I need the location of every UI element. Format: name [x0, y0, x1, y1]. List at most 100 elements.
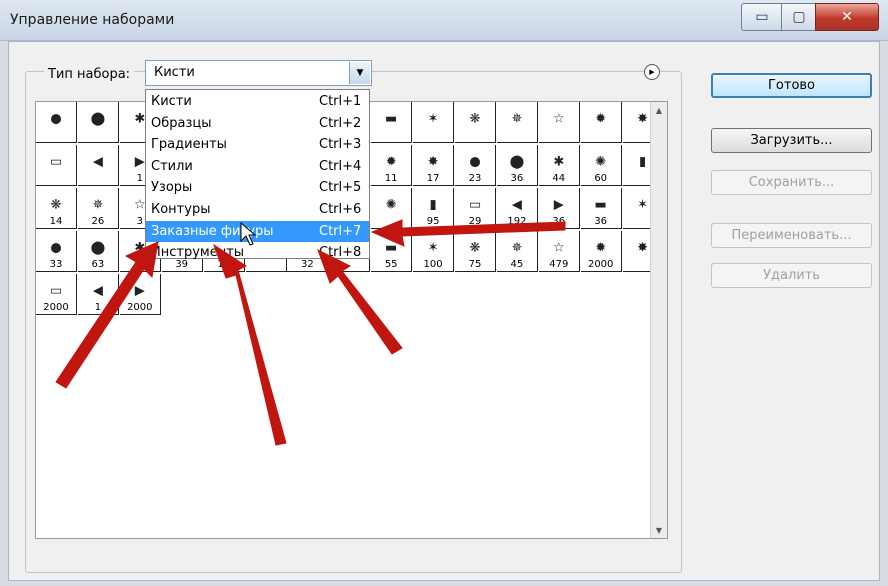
- brush-preset-cell[interactable]: ▭ 2000: [36, 274, 77, 315]
- done-button[interactable]: Готово: [711, 73, 872, 98]
- brush-tip-icon: ✺: [385, 197, 397, 213]
- brush-preset-cell[interactable]: ✶: [413, 102, 455, 143]
- brush-preset-cell[interactable]: ✹ 11: [371, 145, 413, 186]
- dropdown-item-label: Узоры: [151, 180, 193, 196]
- brush-size-label: 23: [468, 173, 482, 184]
- brush-preset-cell[interactable]: ✵: [496, 102, 538, 143]
- brush-preset-cell[interactable]: ▬: [371, 102, 413, 143]
- dropdown-arrow-icon[interactable]: ▼: [349, 62, 370, 84]
- brush-tip-icon: ⬤: [90, 240, 106, 256]
- preset-type-label: Тип набора:: [44, 67, 135, 82]
- brush-size-label: 36: [552, 216, 566, 227]
- brush-tip-icon: ✵: [511, 111, 523, 127]
- brush-tip-icon: ●: [469, 154, 481, 170]
- brush-preset-cell[interactable]: ◀: [77, 145, 119, 186]
- brush-preset-cell[interactable]: ● 23: [455, 145, 496, 186]
- brush-size-label: 63: [91, 259, 105, 270]
- brush-preset-cell[interactable]: ● 33: [36, 231, 77, 272]
- save-button[interactable]: Сохранить...: [711, 170, 872, 195]
- minimize-button[interactable]: ▭: [741, 3, 783, 31]
- brush-size-label: 44: [552, 173, 566, 184]
- brush-size-label: 2000: [587, 259, 614, 270]
- dropdown-item[interactable]: Образцы Ctrl+2: [146, 113, 369, 135]
- brush-preset-cell[interactable]: ◀ 1: [77, 274, 119, 315]
- brush-preset-cell[interactable]: ❋ 75: [455, 231, 496, 272]
- dropdown-item[interactable]: Кисти Ctrl+1: [146, 91, 369, 113]
- brush-preset-cell[interactable]: ▭ 29: [455, 188, 496, 229]
- preset-type-select[interactable]: Кисти ▼: [145, 60, 372, 86]
- brush-size-label: 2000: [43, 302, 69, 313]
- brush-tip-icon: ✶: [427, 240, 439, 256]
- dropdown-item-shortcut: Ctrl+1: [319, 94, 362, 109]
- scroll-down-icon[interactable]: ▼: [651, 522, 667, 538]
- brush-preset-cell[interactable]: ⬤ 36: [496, 145, 538, 186]
- brush-preset-cell[interactable]: ❋ 14: [36, 188, 77, 229]
- brush-preset-cell[interactable]: ✺ 60: [580, 145, 622, 186]
- brush-tip-icon: ✹: [385, 154, 397, 170]
- close-button[interactable]: ✕: [815, 3, 879, 31]
- brush-tip-icon: ▭: [49, 283, 63, 299]
- brush-tip-icon: ▮: [639, 154, 647, 170]
- brush-preset-cell[interactable]: ⬤ 63: [77, 231, 119, 272]
- brush-preset-cell[interactable]: ◀ 192: [496, 188, 538, 229]
- brush-preset-cell[interactable]: ▬ 36: [580, 188, 622, 229]
- dropdown-item[interactable]: Контуры Ctrl+6: [146, 199, 369, 221]
- brush-tip-icon: ☆: [552, 111, 565, 127]
- load-button[interactable]: Загрузить...: [711, 128, 872, 153]
- brush-preset-cell[interactable]: ▶ 2000: [119, 274, 161, 315]
- brush-preset-cell[interactable]: ▮ 95: [413, 188, 455, 229]
- brush-preset-cell[interactable]: ✵ 26: [77, 188, 119, 229]
- rename-button[interactable]: Переименовать...: [711, 223, 872, 248]
- brush-tip-icon: ▬: [385, 240, 398, 256]
- brush-preset-cell[interactable]: ☆ 479: [538, 231, 580, 272]
- brush-tip-icon: ◀: [511, 197, 522, 213]
- dropdown-item[interactable]: Узоры Ctrl+5: [146, 177, 369, 199]
- brush-tip-icon: ✶: [637, 197, 649, 213]
- dropdown-item-shortcut: Ctrl+6: [319, 201, 362, 217]
- preset-type-value: Кисти: [154, 65, 195, 80]
- brush-tip-icon: ☆: [552, 240, 565, 256]
- brush-tip-icon: ▶: [553, 197, 564, 213]
- vertical-scrollbar[interactable]: ▲ ▼: [650, 102, 667, 538]
- panel-menu-icon[interactable]: ▶: [644, 64, 660, 80]
- brush-size-label: 60: [594, 173, 608, 184]
- brush-preset-cell[interactable]: ▭: [36, 145, 77, 186]
- brush-preset-cell[interactable]: ✺: [371, 188, 413, 229]
- brush-preset-cell[interactable]: ✱ 44: [538, 145, 580, 186]
- delete-button[interactable]: Удалить: [711, 263, 872, 288]
- brush-size-label: 29: [468, 216, 482, 227]
- dropdown-item-shortcut: Ctrl+2: [319, 115, 362, 131]
- dropdown-item[interactable]: Градиенты Ctrl+3: [146, 134, 369, 156]
- brush-preset-cell[interactable]: ❋: [455, 102, 496, 143]
- brush-tip-icon: ✶: [427, 111, 439, 127]
- brush-size-label: 26: [91, 216, 105, 227]
- dropdown-item[interactable]: Стили Ctrl+4: [146, 156, 369, 178]
- brush-preset-cell[interactable]: ⬤: [77, 102, 119, 143]
- brush-tip-icon: ✸: [427, 154, 439, 170]
- window-title: Управление наборами: [10, 12, 175, 28]
- brush-tip-icon: ▶: [134, 283, 145, 299]
- dropdown-item-label: Стили: [151, 158, 193, 174]
- brush-preset-cell[interactable]: ☆: [538, 102, 580, 143]
- brush-size-label: 95: [426, 216, 440, 227]
- brush-preset-cell[interactable]: ✹: [580, 102, 622, 143]
- dropdown-item-shortcut: Ctrl+7: [319, 223, 362, 239]
- brush-tip-icon: ✹: [595, 240, 607, 256]
- scroll-up-icon[interactable]: ▲: [651, 102, 667, 118]
- brush-preset-cell[interactable]: ●: [36, 102, 77, 143]
- brush-tip-icon: ✸: [637, 111, 649, 127]
- brush-size-label: 1: [94, 302, 102, 313]
- dropdown-item-shortcut: Ctrl+5: [319, 180, 362, 196]
- brush-preset-cell[interactable]: ✸ 17: [413, 145, 455, 186]
- brush-preset-cell[interactable]: ✹ 2000: [580, 231, 622, 272]
- brush-size-label: 2000: [127, 302, 153, 313]
- brush-tip-icon: ❋: [469, 111, 481, 127]
- dropdown-item-label: Кисти: [151, 94, 192, 109]
- brush-tip-icon: ●: [50, 111, 62, 127]
- brush-preset-cell[interactable]: ✶ 100: [413, 231, 455, 272]
- brush-preset-cell[interactable]: ▬ 55: [371, 231, 413, 272]
- brush-tip-icon: ✺: [595, 154, 607, 170]
- brush-preset-cell[interactable]: ▶ 36: [538, 188, 580, 229]
- maximize-button[interactable]: ▢: [781, 3, 817, 31]
- brush-preset-cell[interactable]: ✵ 45: [496, 231, 538, 272]
